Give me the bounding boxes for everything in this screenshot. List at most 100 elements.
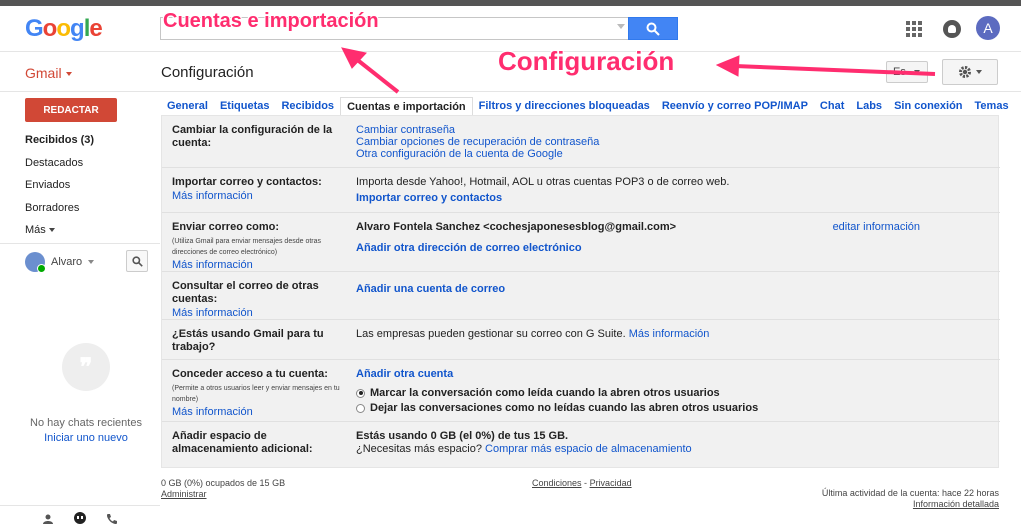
row-value: Estás usando 0 GB (el 0%) de tus 15 GB. … (356, 430, 996, 455)
settings-row-import: Importar correo y contactos: Más informac… (162, 168, 1000, 213)
gmail-menu[interactable]: Gmail (25, 65, 72, 81)
chat-username: Alvaro (51, 256, 83, 268)
import-description: Importa desde Yahoo!, Hotmail, AOL u otr… (356, 176, 730, 188)
buy-storage-link[interactable]: Comprar más espacio de almacenamiento (485, 443, 692, 455)
google-logo[interactable]: Google (25, 15, 103, 43)
privacy-link[interactable]: Privacidad (590, 478, 632, 488)
more-info-link[interactable]: Más información (172, 190, 342, 203)
change-password-link[interactable]: Cambiar contraseña (356, 124, 996, 136)
storage-question: ¿Necesitas más espacio? (356, 443, 482, 455)
label-text: Importar correo y contactos: (172, 176, 322, 188)
chevron-down-icon (48, 228, 55, 233)
gsuite-more-info-link[interactable]: Más información (629, 328, 710, 340)
chat-status[interactable]: Alvaro (25, 252, 95, 273)
phone-icon[interactable] (104, 511, 120, 527)
settings-row-send-as: Enviar correo como: (Utiliza Gmail para e… (162, 213, 1000, 272)
label-text: Enviar correo como: (172, 221, 279, 233)
row-label: Enviar correo como: (Utiliza Gmail para e… (172, 221, 342, 272)
import-mail-link[interactable]: Importar correo y contactos (356, 192, 996, 204)
language-button[interactable]: Es (886, 61, 928, 83)
search-button[interactable] (628, 17, 678, 40)
apps-grid-icon[interactable] (906, 21, 922, 37)
notifications-icon[interactable] (943, 20, 961, 38)
storage-summary: 0 GB (0%) ocupados de 15 GB Administrar (161, 478, 285, 500)
more-info-link[interactable]: Más información (172, 307, 342, 320)
tab-inbox[interactable]: Recibidos (275, 97, 340, 115)
sidebar-item-drafts[interactable]: Borradores (25, 201, 155, 224)
settings-panel: Cambiar la configuración de la cuenta: C… (161, 115, 1000, 468)
radio-empty-icon[interactable] (356, 403, 365, 413)
chat-avatar (25, 252, 46, 273)
settings-row-grant-access: Conceder acceso a tu cuenta: (Permite a o… (162, 360, 1000, 422)
sidebar-item-sent[interactable]: Enviados (25, 178, 155, 201)
page-title: Configuración (161, 64, 254, 81)
google-account-settings-link[interactable]: Otra configuración de la cuenta de Googl… (356, 148, 996, 160)
more-info-link[interactable]: Más información (172, 406, 342, 419)
start-chat-link[interactable]: Iniciar uno nuevo (0, 431, 172, 446)
logo-letter: G (25, 15, 44, 42)
leave-unread-option[interactable]: Dejar las conversaciones como no leídas … (356, 402, 996, 414)
sidebar: REDACTAR Recibidos (3) Destacados Enviad… (0, 93, 160, 531)
label-note: (Permite a otros usuarios leer y enviar … (172, 385, 340, 403)
contacts-icon[interactable] (40, 511, 56, 527)
sidebar-item-starred[interactable]: Destacados (25, 156, 155, 179)
more-info-link[interactable]: Más información (172, 259, 342, 272)
tab-offline[interactable]: Sin conexión (888, 97, 968, 115)
label-text: Consultar el correo de otras cuentas: (172, 280, 319, 305)
search-options-icon[interactable] (617, 24, 625, 29)
logo-letter: o (56, 15, 71, 42)
no-chats-text: No hay chats recientes (30, 417, 142, 429)
add-address-link[interactable]: Añadir otra dirección de correo electrón… (356, 242, 996, 254)
tab-labels[interactable]: Etiquetas (214, 97, 276, 115)
chevron-down-icon (65, 72, 72, 77)
settings-row-gsuite: ¿Estás usando Gmail para tu trabajo? Las… (162, 320, 1000, 360)
annotation-settings: Configuración (498, 46, 675, 76)
folder-list: Recibidos (3) Destacados Enviados Borrad… (25, 133, 155, 246)
row-label: Consultar el correo de otras cuentas: Más… (172, 280, 342, 320)
mark-read-option[interactable]: Marcar la conversación como leída cuando… (356, 387, 996, 399)
tab-themes[interactable]: Temas (969, 97, 1015, 115)
row-label: ¿Estás usando Gmail para tu trabajo? (172, 328, 324, 353)
row-label: Conceder acceso a tu cuenta: (Permite a o… (172, 368, 342, 419)
compose-button[interactable]: REDACTAR (25, 98, 117, 122)
manage-link[interactable]: Administrar (161, 489, 207, 499)
chevron-down-icon (976, 70, 982, 74)
tab-accounts-import[interactable]: Cuentas e importación (340, 97, 473, 115)
settings-button[interactable] (942, 59, 998, 85)
gmail-label: Gmail (25, 65, 62, 81)
tab-chat[interactable]: Chat (814, 97, 850, 115)
radio-selected-icon[interactable] (356, 388, 365, 398)
add-account-link[interactable]: Añadir otra cuenta (356, 368, 996, 380)
separator: - (584, 478, 588, 488)
label-text: Conceder acceso a tu cuenta: (172, 368, 328, 380)
tab-general[interactable]: General (161, 97, 214, 115)
gear-icon (959, 66, 971, 78)
tab-filters[interactable]: Filtros y direcciones bloqueadas (473, 97, 656, 115)
chat-search-button[interactable] (126, 250, 148, 272)
logo-letter: o (42, 15, 58, 42)
row-label: Importar correo y contactos: Más informac… (172, 176, 342, 203)
add-mail-account-link[interactable]: Añadir una cuenta de correo (356, 283, 996, 295)
storage-usage: Estás usando 0 GB (el 0%) de tus 15 GB. (356, 430, 569, 442)
label-note: (Utiliza Gmail para enviar mensajes desd… (172, 238, 322, 256)
details-link[interactable]: Información detallada (913, 499, 999, 509)
edit-info-link[interactable]: editar información (833, 221, 920, 233)
row-value: Añadir una cuenta de correo (356, 283, 996, 295)
recovery-options-link[interactable]: Cambiar opciones de recuperación de cont… (356, 136, 996, 148)
row-value: Añadir otra cuenta Marcar la conversació… (356, 368, 996, 414)
hangouts-chat-icon[interactable] (72, 511, 88, 527)
row-label: Cambiar la configuración de la cuenta: (172, 124, 333, 149)
tab-forwarding[interactable]: Reenvío y correo POP/IMAP (656, 97, 814, 115)
terms-link[interactable]: Condiciones (532, 478, 582, 488)
search-icon (131, 255, 143, 267)
row-value: Las empresas pueden gestionar su correo … (356, 328, 996, 340)
chevron-down-icon (88, 260, 95, 264)
row-value: Importa desde Yahoo!, Hotmail, AOL u otr… (356, 176, 996, 204)
logo-letter: e (89, 15, 102, 42)
sidebar-item-inbox[interactable]: Recibidos (3) (25, 133, 155, 156)
footer-links: Condiciones - Privacidad (532, 478, 632, 488)
account-activity: Última actividad de la cuenta: hace 22 h… (822, 488, 999, 510)
tab-labs[interactable]: Labs (850, 97, 888, 115)
logo-letter: g (70, 15, 85, 42)
avatar[interactable]: A (976, 16, 1000, 40)
